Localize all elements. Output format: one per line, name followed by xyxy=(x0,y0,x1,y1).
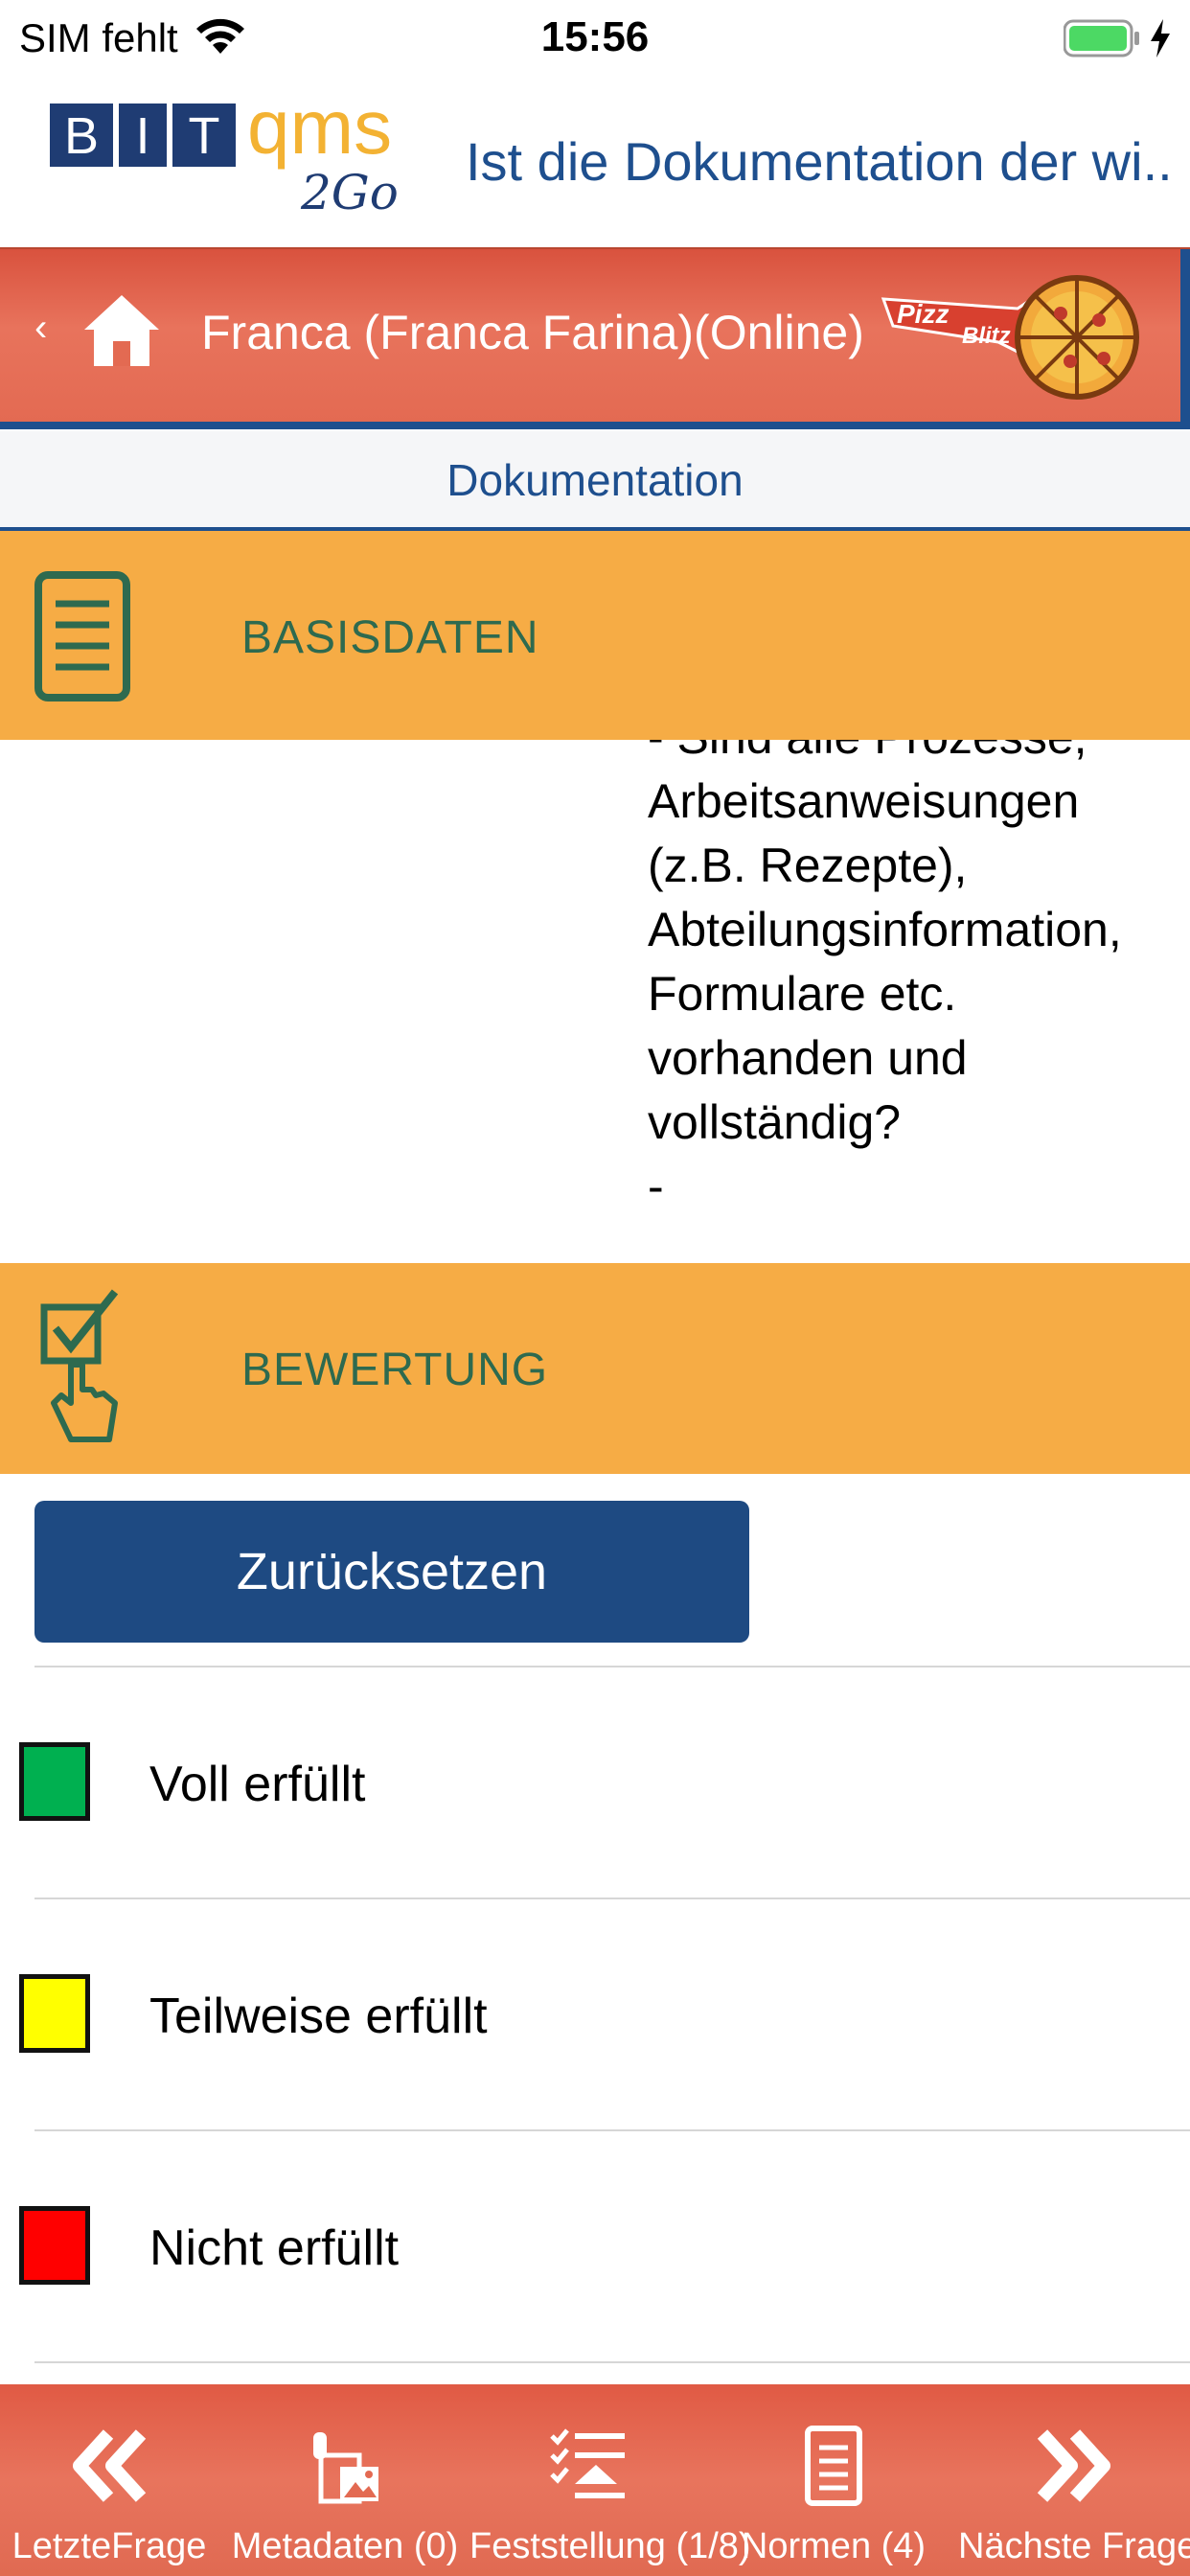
metadata-icon xyxy=(313,2432,378,2504)
question-line: - xyxy=(648,1160,664,1213)
status-bar: SIM fehlt 15:56 xyxy=(0,0,1190,80)
rating-option-nicht[interactable]: Nicht erfüllt xyxy=(0,2131,1190,2359)
document-icon xyxy=(805,2426,862,2506)
home-icon[interactable] xyxy=(80,289,163,372)
question-title: Ist die Dokumentation der wi... xyxy=(466,131,1175,192)
svg-text:T: T xyxy=(189,107,220,165)
bottom-toolbar: LetzteFrage Metadaten (0) Feststellung (… xyxy=(0,2384,1190,2576)
nav-divider xyxy=(0,422,1190,429)
rating-swatch-red[interactable] xyxy=(19,2206,90,2285)
toolbar-label: Nächste Frage xyxy=(958,2526,1190,2566)
toolbar-norms-button[interactable]: Normen (4) xyxy=(728,2384,939,2576)
question-line: vollständig? xyxy=(648,1095,902,1149)
back-button[interactable]: ‹ xyxy=(34,307,47,350)
toolbar-next-question-button[interactable]: Nächste Frage xyxy=(958,2384,1190,2576)
svg-text:qms: qms xyxy=(247,94,392,170)
toolbar-label: Feststellung (1/8) xyxy=(469,2526,751,2566)
toolbar-label: Normen (4) xyxy=(741,2526,927,2566)
reset-button[interactable]: Zurücksetzen xyxy=(34,1501,749,1643)
toolbar-label: Metadaten (0) xyxy=(231,2526,459,2566)
question-line: - Sind alle Prozesse, xyxy=(648,740,1165,770)
toolbar-label: LetzteFrage xyxy=(11,2526,207,2566)
question-text-area: - Sind alle Prozesse, Arbeitsanweisungen… xyxy=(0,740,1190,1263)
question-line: Arbeitsanweisungen xyxy=(648,774,1080,828)
bitqms-logo: B I T qms 2Go xyxy=(50,94,399,220)
toolbar-metadata-button[interactable]: Metadaten (0) xyxy=(230,2384,460,2576)
user-session-label: Franca (Franca Farina)(Online) xyxy=(201,306,864,359)
rating-option-teilweise[interactable]: Teilweise erfüllt xyxy=(0,1899,1190,2128)
toolbar-last-question-button[interactable]: LetzteFrage xyxy=(0,2384,218,2576)
tab-dokumentation[interactable]: Dokumentation xyxy=(0,431,1190,531)
divider xyxy=(34,2361,1190,2363)
rating-option-label: Nicht erfüllt xyxy=(149,2220,400,2276)
question-line: Abteilungsinformation, xyxy=(648,903,1122,956)
charging-bolt-icon xyxy=(1151,19,1170,58)
question-line: vorhanden und xyxy=(648,1031,968,1085)
clock: 15:56 xyxy=(540,13,650,60)
findings-list-icon xyxy=(550,2428,625,2498)
section-bewertung-label: BEWERTUNG xyxy=(241,1345,549,1395)
tab-dokumentation-label: Dokumentation xyxy=(446,455,744,505)
svg-text:Blitz: Blitz xyxy=(962,323,1011,349)
checkbox-hand-icon xyxy=(40,1289,119,1442)
rating-option-voll[interactable]: Voll erfüllt xyxy=(0,1668,1190,1896)
question-line: (z.B. Rezepte), xyxy=(648,839,968,892)
section-basisdaten-label: BASISDATEN xyxy=(241,612,539,663)
section-basisdaten[interactable]: BASISDATEN xyxy=(0,531,1190,740)
nav-edge-bar xyxy=(1180,249,1190,426)
pizza-blitz-logo: Pizz Blitz xyxy=(881,275,1139,400)
svg-text:Pizz: Pizz xyxy=(897,299,949,329)
svg-text:B: B xyxy=(64,107,99,165)
rating-option-label: Voll erfüllt xyxy=(149,1757,366,1812)
svg-text:I: I xyxy=(135,107,149,165)
app-header: B I T qms 2Go Ist die Dokumentation der … xyxy=(0,80,1190,247)
svg-text:2Go: 2Go xyxy=(300,165,399,220)
rating-swatch-yellow[interactable] xyxy=(19,1974,90,2053)
double-chevron-right-icon xyxy=(1037,2429,1110,2502)
document-list-icon xyxy=(34,571,130,702)
double-chevron-left-icon xyxy=(73,2429,147,2502)
nav-bar: ‹ Franca (Franca Farina)(Online) Pizz Bl… xyxy=(0,247,1190,429)
question-line: Formulare etc. xyxy=(648,967,957,1021)
battery-icon xyxy=(1064,19,1139,58)
rating-option-label: Teilweise erfüllt xyxy=(149,1989,488,2044)
question-text: - Sind alle Prozesse, Arbeitsanweisungen… xyxy=(648,740,1165,1219)
rating-swatch-green[interactable] xyxy=(19,1742,90,1821)
section-bewertung[interactable]: BEWERTUNG xyxy=(0,1263,1190,1474)
toolbar-findings-button[interactable]: Feststellung (1/8) xyxy=(469,2384,751,2576)
